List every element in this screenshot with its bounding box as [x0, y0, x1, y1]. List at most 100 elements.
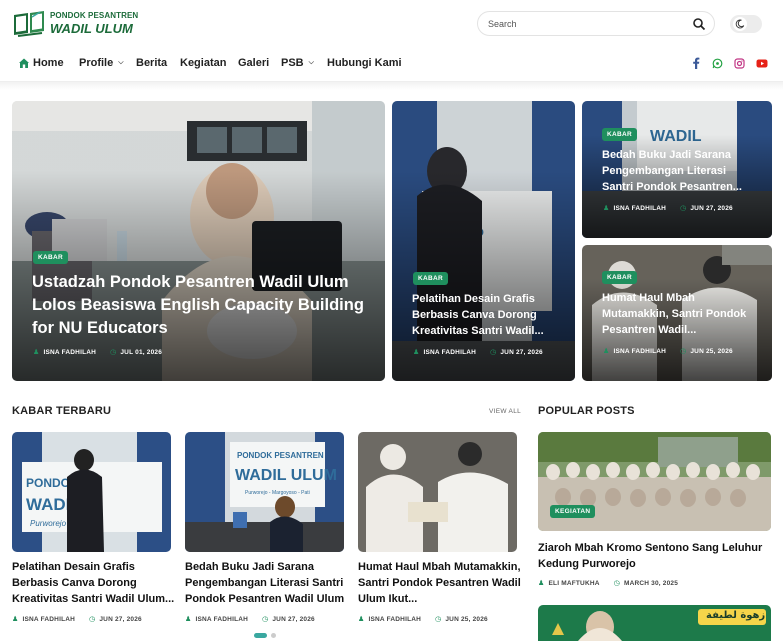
- user-icon: ♟: [603, 348, 610, 355]
- post-thumbnail[interactable]: [358, 432, 517, 552]
- facebook-icon[interactable]: [690, 56, 702, 70]
- author-name: ELI MAFTUKHA: [548, 579, 600, 587]
- post-date: JUN 27, 2026: [500, 348, 543, 356]
- dark-mode-toggle[interactable]: [730, 15, 762, 33]
- carousel-dots: [254, 633, 276, 638]
- nav-kegiatan-label: Kegiatan: [180, 57, 227, 69]
- featured-title[interactable]: Bedah Buku Jadi Sarana Pengembangan Lite…: [602, 147, 757, 195]
- search-icon[interactable]: [692, 17, 706, 31]
- search-input[interactable]: [488, 16, 688, 32]
- author-name: ISNA FADHILAH: [22, 615, 76, 623]
- site-header: PONDOK PESANTREN WADIL ULUM: [0, 0, 783, 46]
- clock-icon: ◷: [680, 348, 687, 355]
- category-badge[interactable]: KABAR: [602, 128, 637, 141]
- nav-psb-label: PSB: [281, 57, 304, 69]
- nav-profile[interactable]: Profile ⌵: [79, 57, 124, 69]
- post-meta: ♟ ISNA FADHILAH ◷ JUN 27, 2026: [603, 204, 733, 213]
- post-meta: ♟ ISNA FADHILAH ◷ JUN 27, 2026: [185, 615, 315, 624]
- nav-hubungi-label: Hubungi Kami: [327, 57, 402, 69]
- chevron-down-icon: ⌵: [118, 59, 124, 66]
- category-badge[interactable]: KABAR: [33, 251, 68, 264]
- popular-post-title[interactable]: Ziaroh Mbah Kromo Sentono Sang Leluhur K…: [538, 540, 773, 572]
- nav-profile-label: Profile: [79, 57, 114, 69]
- author-name: ISNA FADHILAH: [43, 348, 97, 356]
- featured-title[interactable]: Ustadzah Pondok Pesantren Wadil Ulum Lol…: [32, 271, 377, 340]
- post-photo: PONDOK WADIL Purworejo: [12, 432, 171, 552]
- popular-thumbnail-2[interactable]: زهوة لطيفة: [538, 605, 771, 641]
- user-icon: ♟: [185, 616, 192, 623]
- view-all-link[interactable]: VIEW ALL: [489, 408, 521, 415]
- user-icon: ♟: [358, 616, 365, 623]
- category-badge[interactable]: KABAR: [413, 272, 448, 285]
- clock-icon: ◷: [680, 205, 687, 212]
- post-title[interactable]: Pelatihan Desain Grafis Berbasis Canva D…: [12, 559, 177, 607]
- carousel-dot-active[interactable]: [254, 633, 267, 638]
- featured-card-4[interactable]: KABAR Humat Haul Mbah Mutamakkin, Santri…: [582, 245, 772, 381]
- moon-icon: [733, 17, 747, 31]
- post-date: JUN 27, 2026: [690, 204, 733, 212]
- photo-overlay: [392, 101, 575, 381]
- post-meta: ♟ ISNA FADHILAH ◷ JUL 01, 2026: [33, 348, 163, 357]
- post-date: JUN 25, 2026: [445, 615, 488, 623]
- nav-home[interactable]: Home: [18, 57, 64, 69]
- svg-text:WADIL ULUM: WADIL ULUM: [235, 467, 337, 484]
- clock-icon: ◷: [262, 616, 269, 623]
- post-date: JUN 27, 2026: [272, 615, 315, 623]
- svg-text:PONDOK PESANTREN: PONDOK PESANTREN: [237, 451, 324, 460]
- nav-psb[interactable]: PSB ⌵: [281, 57, 314, 69]
- header-shadow: [0, 82, 783, 90]
- nav-galeri-label: Galeri: [238, 57, 270, 69]
- featured-card-2[interactable]: DOK P PUL KABAR Pelatihan Desain Grafis …: [392, 101, 575, 381]
- post-thumbnail[interactable]: PONDOK PESANTREN WADIL ULUM Purworejo - …: [185, 432, 344, 552]
- user-icon: ♟: [33, 349, 40, 356]
- post-title[interactable]: Bedah Buku Jadi Sarana Pengembangan Lite…: [185, 559, 350, 607]
- user-icon: ♟: [12, 616, 19, 623]
- featured-title[interactable]: Humat Haul Mbah Mutamakkin, Santri Pondo…: [602, 290, 757, 338]
- nav-berita-label: Berita: [136, 57, 168, 69]
- site-logo[interactable]: PONDOK PESANTREN WADIL ULUM: [12, 9, 142, 39]
- featured-title[interactable]: Pelatihan Desain Grafis Berbasis Canva D…: [412, 291, 562, 339]
- banner-arabic-text: زهوة لطيفة: [706, 610, 766, 621]
- clock-icon: ◷: [110, 349, 117, 356]
- instagram-icon[interactable]: [733, 56, 745, 70]
- post-photo: [358, 432, 517, 552]
- post-meta: ♟ ISNA FADHILAH ◷ JUN 27, 2026: [413, 348, 543, 357]
- clock-icon: ◷: [613, 580, 620, 587]
- post-meta: ♟ ISNA FADHILAH ◷ JUN 27, 2026: [12, 615, 142, 624]
- nav-kegiatan[interactable]: Kegiatan: [180, 57, 226, 69]
- clock-icon: ◷: [89, 616, 96, 623]
- nav-galeri[interactable]: Galeri: [238, 57, 269, 69]
- post-meta: ♟ ISNA FADHILAH ◷ JUN 25, 2026: [358, 615, 488, 624]
- logo-name-text: WADIL ULUM: [50, 21, 133, 36]
- post-date: MARCH 30, 2025: [623, 579, 679, 587]
- youtube-icon[interactable]: [756, 56, 768, 70]
- post-title[interactable]: Humat Haul Mbah Mutamakkin, Santri Pondo…: [358, 559, 523, 607]
- section-title-popular: POPULAR POSTS: [538, 405, 635, 417]
- nav-home-label: Home: [33, 57, 64, 69]
- carousel-dot[interactable]: [271, 633, 276, 638]
- user-icon: ♟: [413, 349, 420, 356]
- post-date: JUN 25, 2026: [690, 347, 733, 355]
- author-name: ISNA FADHILAH: [423, 348, 477, 356]
- author-name: ISNA FADHILAH: [613, 204, 667, 212]
- popular-thumbnail[interactable]: KEGIATAN: [538, 432, 771, 531]
- nav-berita[interactable]: Berita: [136, 57, 167, 69]
- post-thumbnail[interactable]: PONDOK WADIL Purworejo: [12, 432, 171, 552]
- whatsapp-icon[interactable]: [711, 56, 723, 70]
- post-meta: ♟ ISNA FADHILAH ◷ JUN 25, 2026: [603, 347, 733, 356]
- category-badge[interactable]: KABAR: [602, 271, 637, 284]
- search-box: [477, 11, 715, 36]
- logo-top-text: PONDOK PESANTREN: [50, 11, 139, 20]
- author-name: ISNA FADHILAH: [195, 615, 249, 623]
- book-logo-icon: [14, 11, 44, 37]
- clock-icon: ◷: [490, 349, 497, 356]
- post-photo: PONDOK PESANTREN WADIL ULUM Purworejo - …: [185, 432, 344, 552]
- nav-hubungi-kami[interactable]: Hubungi Kami: [327, 57, 402, 69]
- featured-card-3[interactable]: WADIL KABAR Bedah Buku Jadi Sarana Penge…: [582, 101, 772, 238]
- svg-text:Purworejo: Purworejo: [30, 519, 67, 528]
- home-icon: [19, 58, 29, 68]
- category-badge[interactable]: KEGIATAN: [550, 505, 596, 518]
- post-date: JUL 01, 2026: [120, 348, 163, 356]
- featured-card-main[interactable]: KABAR Ustadzah Pondok Pesantren Wadil Ul…: [12, 101, 385, 381]
- chevron-down-icon: ⌵: [308, 59, 314, 66]
